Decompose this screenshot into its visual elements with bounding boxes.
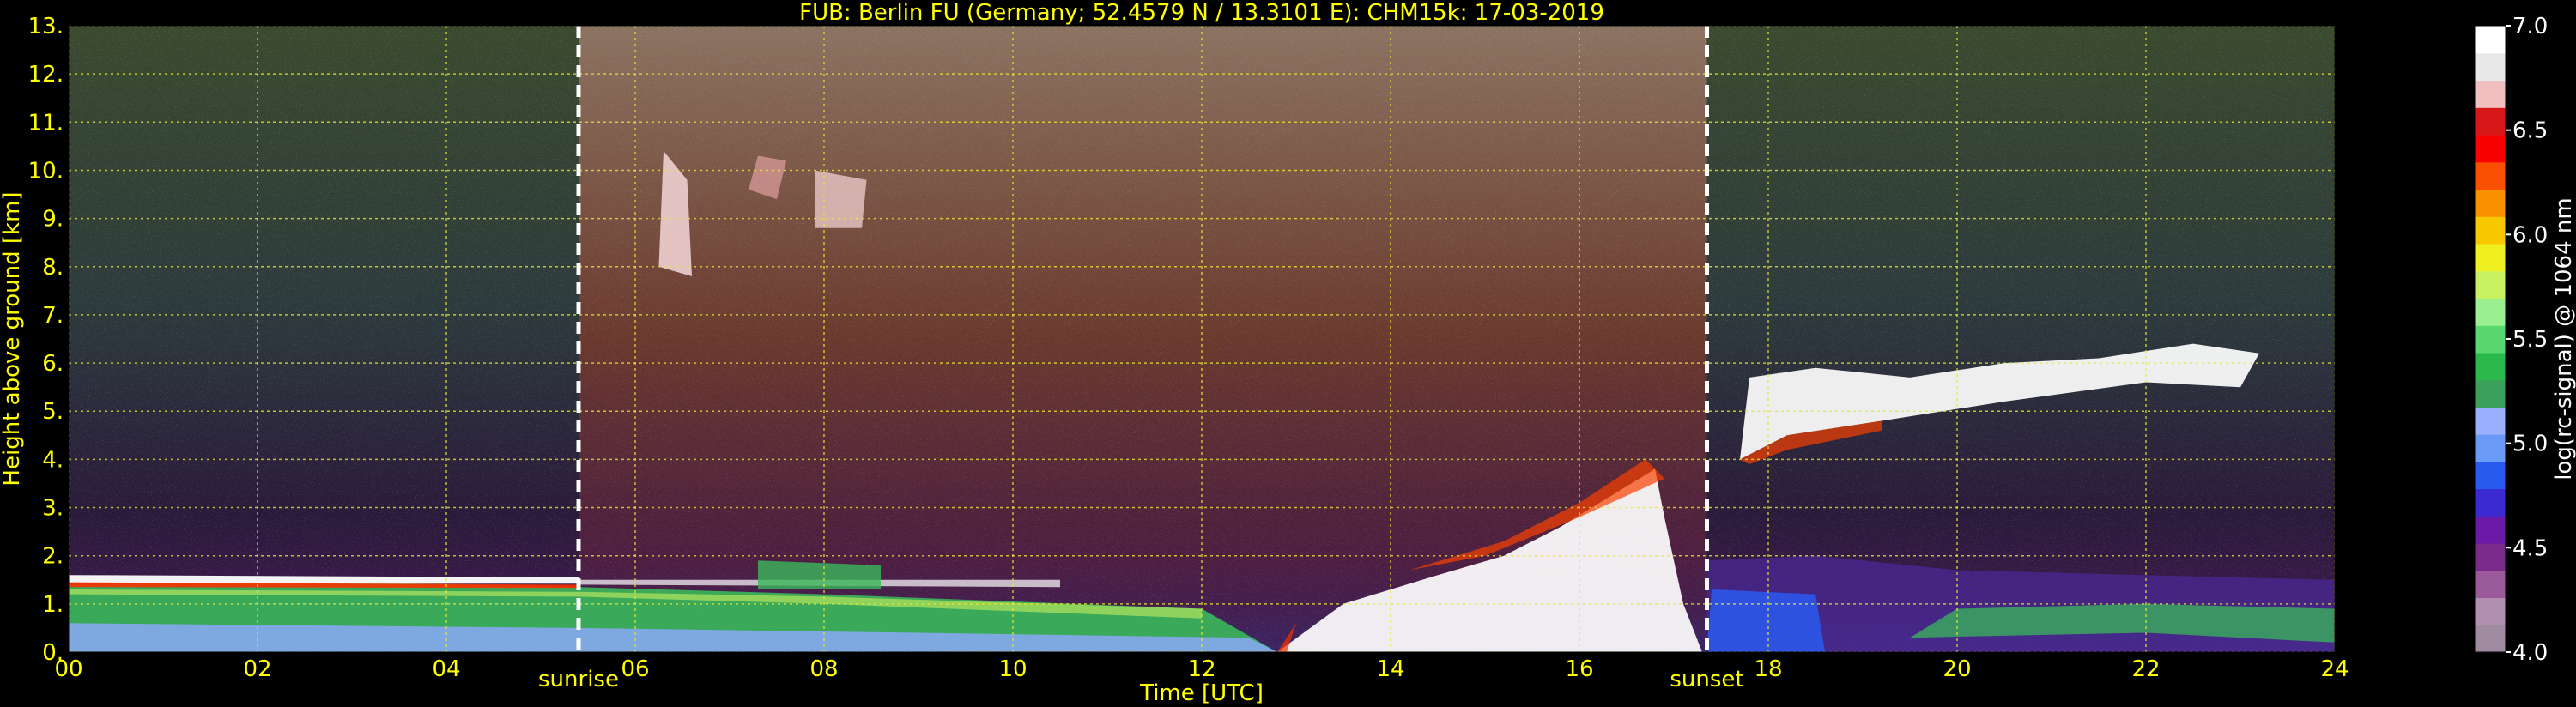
y-axis-ticks: 0.1.2.3.4.5.6.7.8.9.10.11.12.13. (28, 14, 64, 666)
x-tick-label: 04 (432, 656, 460, 682)
colorbar-swatch (2475, 570, 2506, 599)
x-tick-label: 10 (998, 656, 1027, 682)
colorbar-swatch (2475, 325, 2506, 354)
sunrise-label: sunrise (538, 667, 619, 692)
x-axis-label: Time [UTC] (1139, 680, 1264, 706)
colorbar-tick-label: 5.5 (2512, 327, 2548, 353)
x-tick-label: 12 (1187, 656, 1215, 682)
evening-surface (1706, 589, 1825, 652)
y-axis-label: Height above ground [km] (0, 191, 25, 486)
x-tick-label: 02 (243, 656, 271, 682)
y-tick-label: 7. (42, 303, 64, 329)
colorbar-swatch (2475, 161, 2506, 190)
colorbar-swatch (2475, 516, 2506, 544)
colorbar-swatch (2475, 352, 2506, 381)
x-tick-label: 16 (1565, 656, 1593, 682)
colorbar-tick-label: 4.0 (2512, 640, 2548, 666)
y-tick-label: 11. (28, 110, 64, 136)
colorbar-swatch (2475, 298, 2506, 326)
colorbar-swatch (2475, 134, 2506, 163)
colorbar-tick-label: 6.0 (2512, 222, 2548, 248)
colorbar-swatch (2475, 379, 2506, 408)
colorbar-swatch (2475, 52, 2506, 82)
sunset-label: sunset (1670, 667, 1743, 692)
x-tick-label: 24 (2320, 656, 2349, 682)
y-tick-label: 9. (42, 207, 64, 233)
colorbar-swatch (2475, 243, 2506, 272)
colorbar-swatch (2475, 407, 2506, 435)
colorbar-swatch (2475, 488, 2506, 517)
colorbar-swatch (2475, 625, 2506, 653)
colorbar-label: log(rc-signal) @ 1064 nm (2551, 197, 2576, 480)
x-axis-ticks: 00 02 04 06 08 10 12 14 16 18 20 22 24 (54, 656, 2349, 682)
colorbar-tick-label: 5.0 (2512, 432, 2548, 457)
aerosol-patch (758, 560, 881, 589)
colorbar-swatch (2475, 434, 2506, 462)
x-tick-label: 20 (1943, 656, 1971, 682)
colorbar-swatch (2475, 597, 2506, 625)
x-tick-label: 08 (809, 656, 838, 682)
colorbar: 4.0 4.5 5.0 5.5 6.0 6.5 7.0 (2474, 14, 2548, 666)
x-tick-label: 06 (621, 656, 649, 682)
colorbar-swatch (2475, 189, 2506, 217)
colorbar-swatch (2475, 270, 2506, 299)
colorbar-swatch (2475, 543, 2506, 571)
colorbar-tick-label: 6.5 (2512, 118, 2548, 144)
colorbar-swatch (2475, 26, 2506, 54)
x-tick-label: 14 (1376, 656, 1404, 682)
y-tick-label: 2. (42, 544, 64, 570)
y-tick-label: 13. (28, 14, 64, 39)
chart-title: FUB: Berlin FU (Germany; 52.4579 N / 13.… (799, 0, 1604, 26)
x-tick-label: 00 (54, 656, 82, 682)
colorbar-swatch (2475, 216, 2506, 245)
colorbar-swatch (2475, 107, 2506, 136)
lidar-chart: FUB: Berlin FU (Germany; 52.4579 N / 13.… (0, 0, 2576, 706)
y-tick-label: 1. (42, 592, 64, 618)
plot-area (69, 26, 2335, 652)
cirrus-3 (815, 170, 867, 228)
y-tick-label: 10. (28, 158, 64, 184)
x-tick-label: 22 (2131, 656, 2160, 682)
y-tick-label: 3. (42, 496, 64, 522)
y-tick-label: 5. (42, 399, 64, 425)
colorbar-tick-label: 4.5 (2512, 535, 2548, 561)
y-tick-label: 12. (28, 62, 64, 88)
colorbar-swatch (2475, 80, 2506, 108)
y-tick-label: 6. (42, 351, 64, 377)
colorbar-swatch (2475, 461, 2506, 490)
y-tick-label: 4. (42, 447, 64, 473)
x-tick-label: 18 (1754, 656, 1782, 682)
y-tick-label: 8. (42, 255, 64, 281)
colorbar-tick-label: 7.0 (2512, 14, 2548, 39)
